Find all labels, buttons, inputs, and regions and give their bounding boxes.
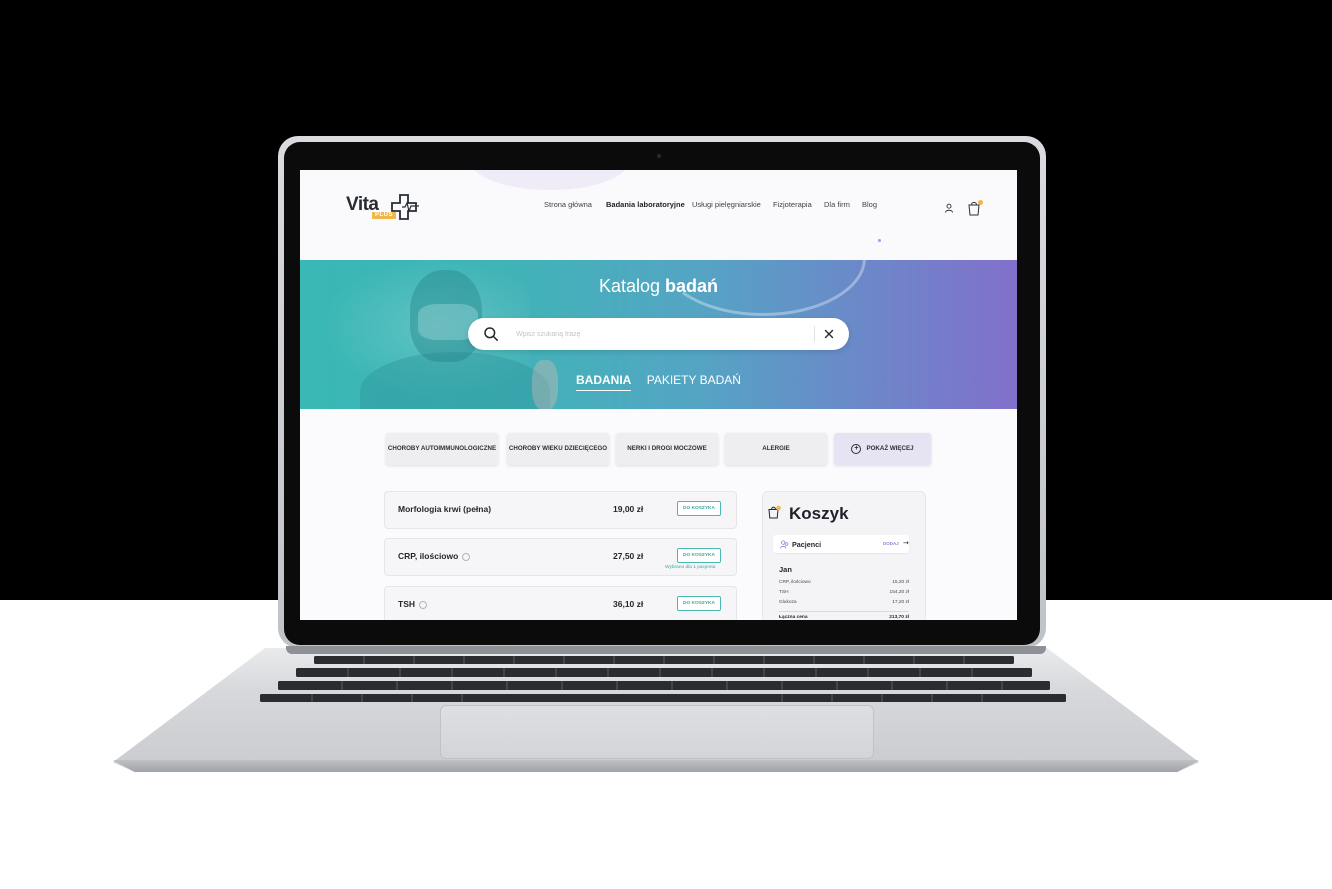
arrow-right-icon[interactable]: → — [903, 539, 909, 547]
list-item: Morfologia krwi (pełna) 19,00 zł DO KOSZ… — [384, 491, 737, 529]
close-icon[interactable] — [822, 327, 836, 341]
search-bar — [468, 318, 849, 350]
page-title-light: Katalog — [598, 276, 661, 296]
test-name-wrap[interactable]: TSH — [398, 599, 427, 609]
plus-circle-icon: + — [851, 444, 862, 454]
test-name[interactable]: Morfologia krwi (pełna) — [398, 504, 491, 514]
page-title-bold: badań — [665, 276, 719, 296]
page-title: Katalog badań — [300, 276, 1017, 297]
category-childhood[interactable]: CHOROBY WIEKU DZIECIĘCEGO — [507, 433, 609, 465]
test-name-wrap[interactable]: CRP, ilościowo — [398, 551, 471, 561]
cart-total-value: 213,70 zł — [889, 615, 909, 620]
cart-row-name: Glukoza — [779, 600, 797, 605]
add-to-cart-button[interactable]: DO KOSZYKA — [677, 548, 721, 563]
category-autoimmune[interactable]: CHOROBY AUTOIMMUNOLOGICZNE — [386, 433, 498, 465]
patients-box: Pacjenci DODAJ → — [773, 535, 909, 553]
laptop-hinge — [286, 646, 1046, 654]
cart-row-name: CRP, ilościowo — [779, 580, 811, 585]
info-icon[interactable] — [419, 600, 427, 609]
camera-dot — [657, 154, 661, 158]
cart-panel: Koszyk Pacjenci DODAJ → Jan CRP, ilościo… — [762, 491, 926, 620]
test-name: TSH — [398, 599, 415, 609]
cart-row-price: 154,20 zł — [889, 590, 909, 595]
nav-item-physiotherapy[interactable]: Fizjoterapia — [773, 200, 812, 209]
cart-row: CRP, ilościowo 15,20 zł — [779, 580, 909, 585]
test-price: 27,50 zł — [613, 551, 644, 561]
cart-row-price: 17,20 zł — [892, 600, 909, 605]
cart-count-badge — [978, 200, 983, 205]
search-separator — [814, 326, 815, 342]
list-item: CRP, ilościowo 27,50 zł DO KOSZYKA Wybra… — [384, 538, 737, 576]
catalog-tabs: BADANIA PAKIETY BADAŃ — [300, 373, 1017, 391]
cart-total-label: Łączna cena — [779, 615, 808, 620]
website-screen: Vita PLUS Strona główna Badania laborato… — [300, 170, 1017, 620]
nav-item-business[interactable]: Dla firm — [824, 200, 850, 209]
cart-row-name: TSH — [779, 590, 789, 595]
add-to-cart-button[interactable]: DO KOSZYKA — [677, 596, 721, 611]
user-icon[interactable] — [944, 203, 954, 213]
decor-dot — [878, 239, 881, 242]
patients-icon — [780, 540, 789, 549]
category-allergies[interactable]: ALERGIE — [725, 433, 827, 465]
show-more-label: POKAŻ WIĘCEJ — [866, 445, 914, 452]
patient-name: Jan — [779, 565, 792, 574]
cart-title: Koszyk — [789, 504, 849, 523]
nav-item-home[interactable]: Strona główna — [544, 200, 592, 209]
patients-label: Pacjenci — [792, 540, 822, 549]
test-price: 19,00 zł — [613, 504, 644, 514]
cart-row: TSH 154,20 zł — [779, 590, 909, 595]
keyboard-keys — [260, 656, 1066, 702]
medical-cross-pulse-icon — [391, 194, 419, 220]
nav-decoration — [470, 170, 630, 190]
search-icon[interactable] — [483, 326, 499, 342]
cart-row-price: 15,20 zł — [892, 580, 909, 585]
test-price: 36,10 zł — [613, 599, 644, 609]
add-patient-link[interactable]: DODAJ — [883, 541, 899, 546]
info-icon[interactable] — [462, 552, 471, 561]
nav-item-lab-tests[interactable]: Badania laboratoryjne — [606, 200, 685, 209]
test-name: CRP, ilościowo — [398, 551, 459, 561]
category-kidneys[interactable]: NERKI I DROGI MOCZOWE — [616, 433, 718, 465]
show-more-button[interactable]: + POKAŻ WIĘCEJ — [834, 433, 931, 465]
tab-packages[interactable]: PAKIETY BADAŃ — [647, 373, 741, 390]
shopping-bag-icon — [768, 505, 781, 519]
cart-total: Łączna cena 213,70 zł — [779, 615, 909, 620]
add-to-cart-button[interactable]: DO KOSZYKA — [677, 501, 721, 516]
hero-banner: Katalog badań BADANIA PAKIETY BADAŃ — [300, 260, 1017, 409]
nav-item-nursing[interactable]: Usługi pielęgniarskie — [692, 200, 761, 209]
list-item: TSH 36,10 zł DO KOSZYKA — [384, 586, 737, 620]
cart-divider — [779, 611, 909, 612]
laptop-mockup: Vita PLUS Strona główna Badania laborato… — [0, 0, 1332, 889]
top-navigation: Vita PLUS Strona główna Badania laborato… — [300, 170, 1017, 260]
search-input[interactable] — [516, 327, 806, 341]
site-logo[interactable]: Vita PLUS — [346, 192, 426, 222]
selected-note: Wybrano dla 1 pacjenta — [665, 565, 716, 570]
laptop-keyboard — [252, 656, 1074, 702]
nav-item-blog[interactable]: Blog — [862, 200, 877, 209]
trackpad — [440, 705, 874, 759]
laptop-base-edge — [113, 760, 1199, 772]
tab-tests[interactable]: BADANIA — [576, 373, 632, 391]
cart-row: Glukoza 17,20 zł — [779, 600, 909, 605]
